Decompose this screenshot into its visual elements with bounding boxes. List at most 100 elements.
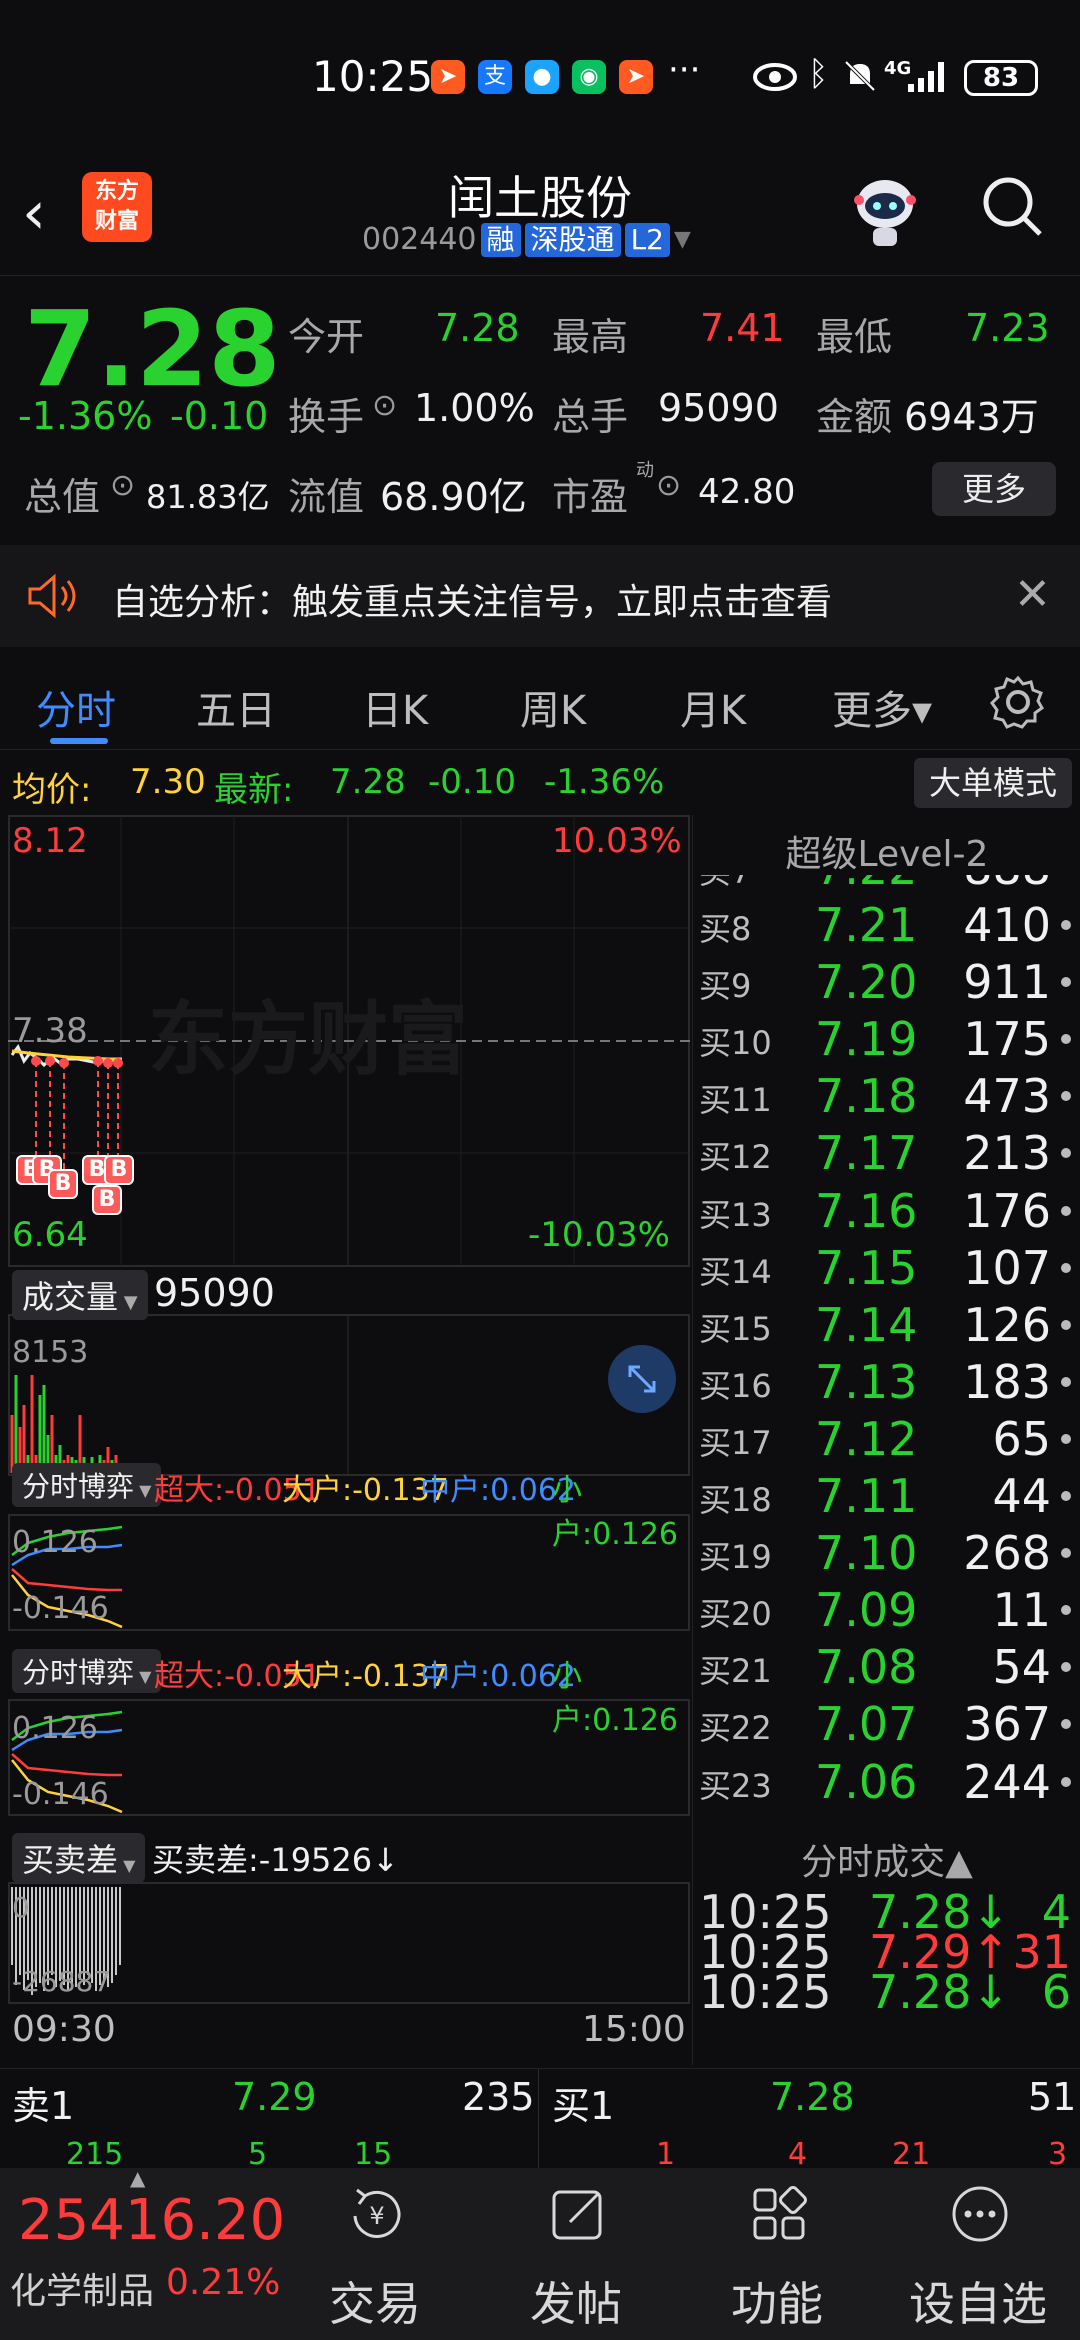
level2-title[interactable]: 超级Level-2 [693,825,1080,877]
latest-pct: -1.36% [544,762,665,802]
tab-monthly-k[interactable]: 月K [680,678,746,736]
message-icon: ● [525,60,559,94]
tick-trades-title[interactable]: 分时成交▲ [693,1833,1080,1885]
list-item: 买17 7.12 65 [693,1410,1080,1467]
gear-icon[interactable] [990,674,1046,730]
list-item: 买10 7.19 175 [693,1010,1080,1067]
buy-marker[interactable]: B [92,1185,122,1215]
more-notifications: ··· [668,50,701,90]
time-end: 15:00 [582,2009,686,2050]
svg-text:¥: ¥ [369,2202,384,2230]
search-icon[interactable] [980,174,1044,238]
pe-value: 42.80 [698,472,796,512]
more-button[interactable]: 更多 [932,462,1056,516]
buy-partial: 1 [656,2137,676,2172]
buy1-label: 买1 [552,2084,615,2128]
sector-index-value: 25416.20 [18,2188,286,2253]
buy1-price: 7.28 [770,2075,855,2119]
big-order-mode-button[interactable]: 大单模式 [914,758,1072,808]
chevron-down-icon[interactable]: ▼ [674,227,691,252]
sell1-vol: 235 [462,2075,535,2119]
tab-daily-k[interactable]: 日K [362,678,428,736]
level2-depth-list[interactable]: 买7 7.22 888 买87.21410买97.20911买107.19175… [693,875,1080,1833]
nav-post[interactable]: 发帖 [476,2168,676,2340]
nav-add-watchlist[interactable]: 设自选 [878,2168,1078,2340]
nav-trade[interactable]: ¥ 交易 [275,2168,475,2340]
more-circle-icon [952,2186,1008,2242]
time-start: 09:30 [12,2009,116,2050]
volume-selector[interactable]: 成交量 ▼ [12,1270,148,1320]
stock-code-line: 002440 融 深股通 L2 ▼ [362,222,691,257]
list-item: 买22 7.07 367 [693,1695,1080,1752]
buy-marker[interactable]: B [48,1169,78,1199]
expand-button[interactable] [608,1345,676,1413]
info-icon[interactable]: ⊙ [110,468,135,503]
expand-icon [628,1365,656,1393]
bluetooth-icon: ᛒ [808,54,829,94]
close-icon[interactable]: ✕ [1014,569,1051,620]
battery-indicator: 83 [964,60,1038,96]
game1-small: 小户:0.126 [552,1473,678,1552]
margin-tag: 融 [480,222,521,257]
diff-min-label: -26887 [12,1965,112,1998]
buy-marker[interactable]: B [104,1155,134,1185]
watermark: 东方财富 [148,993,468,1086]
intraday-chart[interactable]: 8.12 10.03% 东方财富 7.38 6.64 -10.03% B B B… [8,815,690,2065]
tab-intraday[interactable]: 分时 [36,678,116,736]
tab-more[interactable]: 更多▾ [832,678,932,736]
list-item: 买23 7.06 244 [693,1753,1080,1810]
mcap-label: 总值 [24,475,101,519]
buy-partial: 4 [788,2137,808,2172]
list-item: 买19 7.10 268 [693,1524,1080,1581]
info-icon[interactable]: ⊙ [656,468,681,503]
latest-label: 最新: [214,770,294,810]
turnover-value: 1.00% [414,386,535,430]
high-value: 7.41 [700,306,785,350]
nav-functions[interactable]: 功能 [677,2168,877,2340]
buy-partial: 21 [892,2137,931,2172]
info-icon[interactable]: ⊙ [372,388,397,423]
diff-selector[interactable]: 买卖差 ▼ [12,1833,146,1883]
paper-plane-icon: ➤ [619,60,653,94]
change-amount: -0.10 [170,394,269,438]
list-item: 买11 7.18 473 [693,1067,1080,1124]
quote-panel: 7.28 -1.36% -0.10 今开 7.28 最高 7.41 最低 7.2… [0,275,1080,525]
edit-icon [552,2190,602,2240]
chevron-up-icon: ▲ [130,2166,146,2190]
connect-tag: 深股通 [524,222,621,257]
avg-value: 7.30 [130,762,206,802]
alipay-icon: 支 [478,60,512,94]
buy-partial: 3 [1048,2137,1068,2172]
game-selector-1[interactable]: 分时博弈 ▼ [12,1463,162,1507]
volume-max-label: 8153 [12,1335,89,1370]
game1-min: -0.146 [12,1591,109,1626]
orderbook-strip[interactable]: 卖1 7.29 235 买1 7.28 51 215 5 15 1 4 21 3 [0,2068,1080,2172]
table-row: 10:25 7.28↓ 6 [699,1965,1071,2019]
low-label: 最低 [816,315,893,359]
game1-max: 0.126 [12,1525,98,1560]
low-value: 7.23 [965,306,1050,350]
tab-weekly-k[interactable]: 周K [520,678,586,736]
sell-partial: 215 [66,2137,124,2172]
robot-assistant-icon[interactable] [845,170,925,250]
wechat-icon: ◉ [572,60,606,94]
list-item: 买18 7.11 44 [693,1467,1080,1524]
pct-bottom-label: -10.03% [528,1215,670,1255]
pe-dynamic-mark: 动 [636,460,654,481]
list-item: 买21 7.08 54 [693,1638,1080,1695]
sell1-price: 7.29 [232,2075,317,2119]
tab-five-day[interactable]: 五日 [196,678,276,736]
sector-index[interactable]: ▲ 25416.20 化学制品 0.21% [0,2166,300,2340]
game-selector-2[interactable]: 分时博弈 ▼ [12,1649,162,1693]
sell-partial: 5 [248,2137,268,2172]
high-label: 最高 [552,315,629,359]
list-item: 买7 7.22 888 [693,875,1080,896]
volume-value: 95090 [658,386,779,430]
amount-value: 6943万 [904,395,1039,439]
sell1-label: 卖1 [12,2084,75,2128]
alert-banner[interactable]: 自选分析：触发重点关注信号，立即点击查看 ✕ [0,545,1080,647]
list-item: 买9 7.20 911 [693,953,1080,1010]
buy1-vol: 51 [1028,2075,1077,2119]
change-pct: -1.36% [18,394,153,438]
price-mid-label: 7.38 [12,1011,88,1051]
